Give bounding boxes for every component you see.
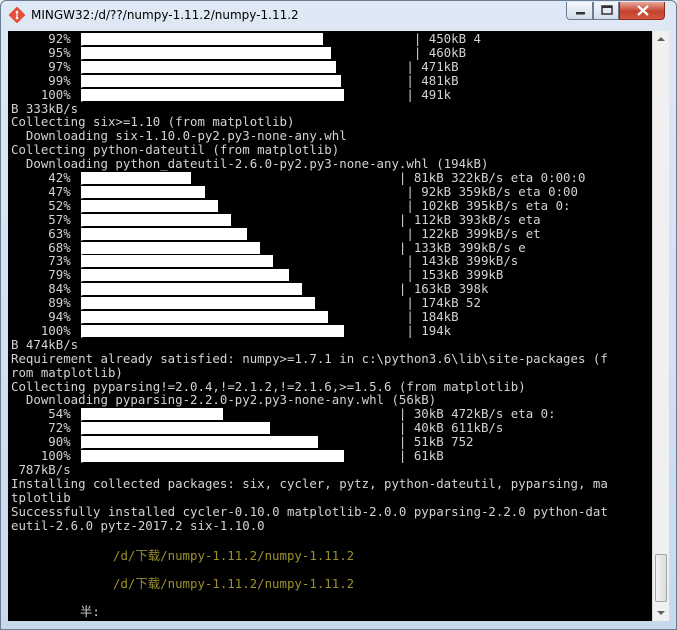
- progress-bar-fill: [81, 227, 247, 240]
- progress-bar-fill: [81, 241, 260, 254]
- prompt-path: /d/下载/numpy-1.11.2/numpy-1.11.2: [113, 548, 355, 563]
- terminal-line: B 474kB/s: [11, 336, 79, 352]
- terminal-line: Downloading pyparsing-2.2.0-py2.py3-none…: [11, 392, 437, 408]
- progress-bar-remaining: [341, 74, 344, 87]
- close-icon: [637, 5, 649, 16]
- progress-bar-fill: [81, 60, 336, 73]
- git-bash-icon: [9, 7, 25, 23]
- progress-bar-fill: [81, 311, 328, 323]
- terminal-line: tplotlib: [11, 489, 71, 505]
- progress-bar-fill: [81, 269, 289, 282]
- vertical-scrollbar[interactable]: [652, 31, 669, 621]
- terminal-line: eutil-2.6.0 pytz-2017.2 six-1.10.0: [11, 517, 265, 533]
- maximize-button[interactable]: [593, 2, 619, 20]
- minimize-button[interactable]: [566, 2, 593, 20]
- progress-bar-fill: [81, 185, 205, 198]
- progress-bar-fill: [81, 172, 191, 184]
- progress-bar-remaining: [331, 46, 344, 59]
- progress-bar-fill: [81, 408, 223, 421]
- progress-bar-fill: [81, 74, 341, 87]
- progress-bar-fill: [81, 422, 270, 435]
- progress-bar-fill: [81, 33, 323, 45]
- progress-bar-fill: [81, 213, 231, 226]
- terminal-line: Installing collected packages: six, cycl…: [11, 475, 608, 491]
- progress-bar-remaining: [205, 185, 344, 198]
- progress-bar-remaining: [315, 297, 344, 310]
- terminal-line: B 333kB/s: [11, 100, 79, 116]
- progress-bar-fill: [81, 255, 273, 268]
- progress-bar-fill: [81, 46, 331, 59]
- prompt-path: /d/下载/numpy-1.11.2/numpy-1.11.2: [113, 576, 355, 591]
- progress-bar-fill: [81, 436, 318, 449]
- terminal-line: Successfully installed cycler-0.10.0 mat…: [11, 503, 608, 519]
- scrollbar-thumb[interactable]: [655, 554, 667, 602]
- window-title: MINGW32:/d/??/numpy-1.11.2/numpy-1.11.2: [31, 8, 299, 22]
- progress-bar-remaining: [336, 60, 344, 73]
- progress-bar-fill: [81, 88, 344, 101]
- progress-bar-remaining: [260, 241, 344, 254]
- progress-bar-fill: [81, 199, 218, 212]
- progress-bar-remaining: [328, 311, 344, 323]
- maximize-icon: [601, 5, 613, 15]
- progress-bar-fill: [81, 297, 315, 310]
- terminal-line: 787kB/s: [11, 461, 71, 477]
- progress-bar-fill: [81, 283, 302, 296]
- progress-bar-remaining: [289, 269, 344, 282]
- progress-bar-remaining: [247, 227, 344, 240]
- terminal-line: Downloading six-1.10.0-py2.py3-none-any.…: [11, 128, 347, 144]
- terminal-output[interactable]: /d/下载/numpy-1.11.2/numpy-1.11.2 /d/下载/nu…: [8, 31, 652, 621]
- scroll-up-icon[interactable]: [653, 31, 669, 48]
- title-bar[interactable]: MINGW32:/d/??/numpy-1.11.2/numpy-1.11.2: [1, 1, 676, 31]
- terminal-line: Collecting six>=1.10 (from matplotlib): [11, 114, 295, 130]
- progress-bar-remaining: [302, 283, 344, 296]
- terminal-window: MINGW32:/d/??/numpy-1.11.2/numpy-1.11.2 …: [0, 0, 677, 630]
- terminal-line: rom matplotlib): [11, 364, 123, 380]
- progress-bar-remaining: [223, 408, 344, 421]
- terminal-line: Downloading python_dateutil-2.6.0-py2.py…: [11, 156, 489, 172]
- progress-bar-fill: [81, 450, 344, 462]
- progress-bar-remaining: [273, 255, 344, 268]
- progress-bar-remaining: [231, 213, 344, 226]
- scroll-down-icon[interactable]: [653, 604, 669, 621]
- terminal-line: Collecting python-dateutil (from matplot…: [11, 142, 340, 158]
- progress-bar-remaining: [318, 436, 344, 449]
- progress-bar-fill: [81, 324, 344, 337]
- terminal-line: Requirement already satisfied: numpy>=1.…: [11, 350, 608, 366]
- progress-bar-remaining: [191, 172, 344, 184]
- close-button[interactable]: [619, 2, 665, 20]
- terminal-line: Collecting pyparsing!=2.0.4,!=2.1.2,!=2.…: [11, 378, 526, 394]
- progress-bar-remaining: [270, 422, 344, 435]
- progress-bar-remaining: [218, 199, 344, 212]
- minimize-icon: [576, 12, 585, 15]
- prompt-input[interactable]: 半:: [80, 605, 100, 619]
- progress-bar-remaining: [323, 33, 344, 45]
